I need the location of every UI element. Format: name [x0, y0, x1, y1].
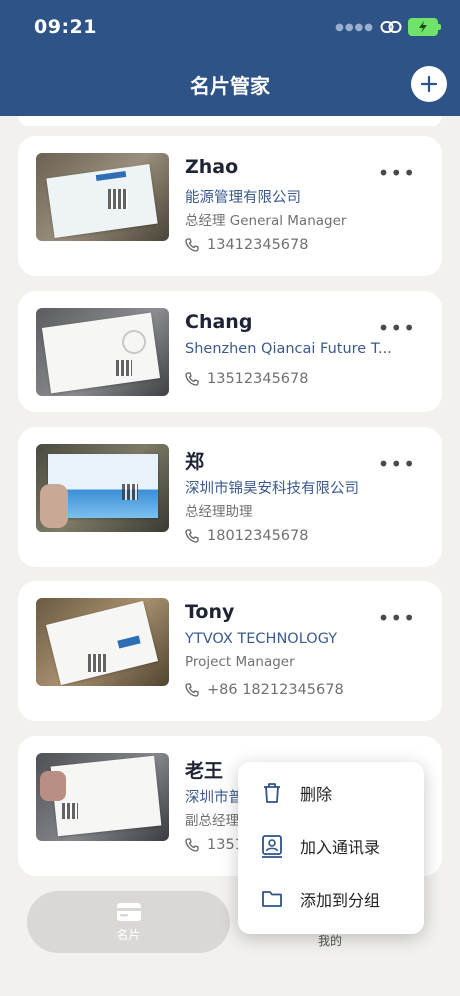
link-icon	[380, 21, 402, 33]
app-header: 09:21 ●●●● 名片管家	[0, 0, 460, 116]
context-menu: 删除 加入通讯录 添加到分组	[238, 762, 424, 934]
contact-company: Shenzhen Qiancai Future T...	[185, 341, 392, 357]
card-icon	[116, 902, 141, 921]
phone-number: 13512345678	[207, 371, 309, 387]
contact-company: 能源管理有限公司	[185, 190, 301, 206]
contact-name: Tony	[185, 601, 235, 623]
menu-item-label: 加入通讯录	[300, 838, 381, 857]
business-card-photo	[36, 153, 169, 241]
contact-phone: +86 18212345678	[185, 682, 344, 698]
contact-card[interactable]: 郑 深圳市锦昊安科技有限公司 总经理助理 18012345678 •••	[18, 427, 442, 567]
business-card-photo	[36, 308, 169, 396]
page-title: 名片管家	[190, 74, 270, 98]
phone-number: 18012345678	[207, 528, 309, 544]
contact-phone: 1351	[185, 837, 244, 853]
menu-item-label: 删除	[300, 785, 333, 804]
status-icons: ●●●●	[335, 18, 441, 36]
menu-item-delete[interactable]: 删除	[238, 771, 424, 815]
contact-title: 副总经理	[185, 813, 239, 829]
menu-item-label: 添加到分组	[300, 891, 381, 910]
contact-company: YTVOX TECHNOLOGY	[185, 631, 338, 647]
business-card-photo	[36, 598, 169, 686]
tab-cards[interactable]: 名片	[27, 891, 230, 953]
folder-icon	[260, 887, 284, 911]
more-options-button[interactable]: •••	[378, 608, 416, 628]
tab-cards-label: 名片	[116, 927, 141, 942]
signal-dots-icon: ●●●●	[335, 21, 374, 33]
contact-company: 深圳市普	[185, 790, 243, 806]
phone-number: 13412345678	[207, 237, 309, 253]
business-card-photo	[36, 444, 169, 532]
phone-icon	[185, 529, 199, 543]
phone-icon	[185, 838, 199, 852]
phone-icon	[185, 683, 199, 697]
contact-card[interactable]: Chang Shenzhen Qiancai Future T... 13512…	[18, 291, 442, 412]
add-card-button[interactable]	[411, 66, 447, 102]
tab-me[interactable]: 我的	[318, 932, 342, 949]
trash-icon	[260, 781, 284, 805]
contact-title: 总经理 General Manager	[185, 213, 347, 229]
card-partial-top	[18, 116, 442, 126]
menu-item-add-to-contacts[interactable]: 加入通讯录	[238, 824, 424, 868]
status-time: 09:21	[34, 16, 97, 38]
contact-card[interactable]: Zhao 能源管理有限公司 总经理 General Manager 134123…	[18, 136, 442, 276]
contact-name: 老王	[185, 760, 224, 782]
more-options-button[interactable]: •••	[378, 318, 416, 338]
contact-card[interactable]: Tony YTVOX TECHNOLOGY Project Manager +8…	[18, 581, 442, 721]
more-options-button[interactable]: •••	[378, 163, 416, 183]
plus-icon	[420, 75, 438, 93]
phone-icon	[185, 372, 199, 386]
contact-name: Chang	[185, 311, 253, 333]
phone-number: +86 18212345678	[207, 682, 344, 698]
contact-phone: 18012345678	[185, 528, 308, 544]
contact-name: 郑	[185, 451, 205, 473]
contact-company: 深圳市锦昊安科技有限公司	[185, 481, 359, 497]
contact-book-icon	[260, 834, 284, 858]
menu-item-add-to-group[interactable]: 添加到分组	[238, 877, 424, 921]
contact-title: 总经理助理	[185, 504, 253, 520]
battery-icon	[408, 18, 441, 36]
contact-title: Project Manager	[185, 654, 295, 670]
contact-phone: 13412345678	[185, 237, 308, 253]
phone-icon	[185, 238, 199, 252]
contact-name: Zhao	[185, 156, 239, 178]
business-card-photo	[36, 753, 169, 841]
more-options-button[interactable]: •••	[378, 454, 416, 474]
contact-phone: 13512345678	[185, 371, 308, 387]
